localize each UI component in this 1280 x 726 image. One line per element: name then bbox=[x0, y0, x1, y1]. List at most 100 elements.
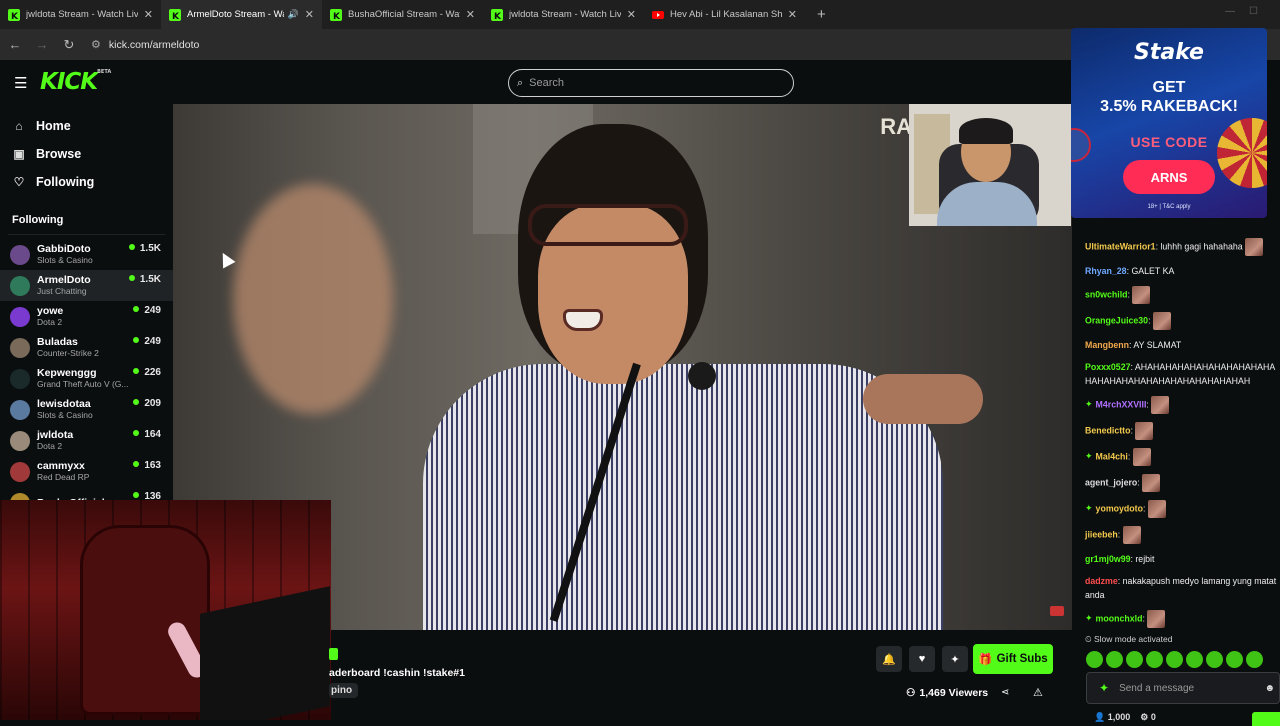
sidebar-channel-lewisdotaa[interactable]: lewisdotaa Slots & Casino 209 bbox=[0, 394, 173, 425]
sidebar: ⌂ Home ▣ Browse ♡ Following Following Ga… bbox=[0, 104, 173, 513]
chat-username[interactable]: moonchxld bbox=[1096, 613, 1143, 623]
chat-text: AY SLAMAT bbox=[1133, 340, 1182, 350]
chat-username[interactable]: Rhyan_28 bbox=[1085, 266, 1127, 276]
kick-icon: K bbox=[491, 8, 503, 22]
gift-icon: 🎁 bbox=[978, 654, 993, 666]
language-tag[interactable]: pino bbox=[329, 683, 359, 698]
chat-message: UltimateWarrior1: luhhh gagi hahahaha bbox=[1072, 234, 1280, 260]
share-icon[interactable]: ⋖ bbox=[1001, 687, 1009, 698]
chat-username[interactable]: UltimateWarrior1 bbox=[1085, 241, 1156, 251]
search-input[interactable]: ⌕ Search bbox=[508, 69, 794, 97]
site-info-icon[interactable]: ⚙ bbox=[91, 38, 101, 51]
close-icon[interactable]: ✕ bbox=[788, 8, 797, 21]
kick-icon: K bbox=[169, 8, 181, 22]
nav-label: Browse bbox=[36, 147, 82, 161]
sidebar-channel-gabbidoto[interactable]: GabbiDoto Slots & Casino 1.5K bbox=[0, 239, 173, 270]
chat-username[interactable]: dadzme bbox=[1085, 576, 1118, 586]
search-icon: ⌕ bbox=[517, 76, 524, 89]
menu-icon[interactable]: ☰ bbox=[14, 74, 27, 92]
back-icon[interactable]: ← bbox=[3, 37, 27, 52]
youtube-icon bbox=[1050, 606, 1064, 616]
chat-username[interactable]: gr1mj0w99 bbox=[1085, 554, 1130, 564]
chat-send-button[interactable] bbox=[1252, 712, 1280, 726]
viewer-count: 249 bbox=[133, 305, 161, 316]
reload-icon[interactable]: ↻ bbox=[57, 37, 81, 53]
browser-tab[interactable]: K jwldota Stream - Watch Live on Kick ✕ bbox=[483, 0, 644, 29]
ad-code-button[interactable]: ARNS bbox=[1123, 160, 1215, 194]
speaker-icon[interactable]: 🔊 bbox=[288, 9, 299, 20]
chat-username[interactable]: agent_jojero bbox=[1085, 477, 1137, 487]
browse-icon: ▣ bbox=[13, 147, 25, 161]
slow-mode-notice: ⏲ Slow mode activated bbox=[1085, 634, 1173, 644]
stake-ad[interactable]: Stake GET 3.5% RAKEBACK! USE CODE ARNS 18… bbox=[1071, 28, 1267, 218]
chat-username[interactable]: jiieebeh bbox=[1085, 529, 1118, 539]
channel-category: Just Chatting bbox=[37, 286, 87, 296]
sidebar-item-browse[interactable]: ▣ Browse bbox=[0, 140, 173, 168]
sidebar-channel-armeldoto[interactable]: ArmelDoto Just Chatting 1.5K bbox=[0, 270, 173, 301]
chat-username[interactable]: sn0wchild bbox=[1085, 289, 1128, 299]
nav-label: Following bbox=[36, 175, 95, 189]
chat-username[interactable]: Mangbenn bbox=[1085, 340, 1129, 350]
browser-tab-active[interactable]: K ArmelDoto Stream - Watch Live on Kick … bbox=[161, 0, 322, 29]
new-tab-button[interactable]: + bbox=[805, 0, 838, 29]
viewer-count: 163 bbox=[133, 460, 161, 471]
channel-category: Dota 2 bbox=[37, 317, 63, 327]
chat-message-list: UltimateWarrior1: luhhh gagi hahahaha Rh… bbox=[1072, 218, 1280, 630]
viewer-count: ⚇ 1,469 Viewers bbox=[906, 687, 989, 699]
avatar bbox=[10, 306, 30, 327]
chat-text: luhhh gagi hahahaha bbox=[1160, 241, 1243, 252]
divider bbox=[8, 234, 165, 235]
svg-text:K: K bbox=[333, 12, 341, 21]
viewer-count: 164 bbox=[133, 429, 161, 440]
heart-icon[interactable]: ♥ bbox=[909, 646, 935, 672]
chat-username[interactable]: Poxxx0527 bbox=[1085, 362, 1131, 372]
browser-tab[interactable]: Hev Abi - Lil Kasalanan Shortie ✕ bbox=[644, 0, 805, 29]
bell-icon[interactable]: 🔔 bbox=[876, 646, 902, 672]
avatar bbox=[10, 430, 30, 451]
sparkle-icon[interactable]: ✦ bbox=[942, 646, 968, 672]
tab-title: ArmelDoto Stream - Watch Live on Kick bbox=[187, 9, 284, 20]
sidebar-channel-buladas[interactable]: Buladas Counter-Strike 2 249 bbox=[0, 332, 173, 363]
emoji-icon[interactable]: ☻ bbox=[1264, 683, 1275, 694]
gaming-chair bbox=[80, 525, 210, 715]
browser-tab[interactable]: K jwldota Stream - Watch Live on Kick ✕ bbox=[0, 0, 161, 29]
chat-message: ✦ M4rchXXVIII: bbox=[1072, 392, 1280, 418]
kick-logo[interactable]: KICKBETA bbox=[40, 69, 111, 95]
viewer-count: 249 bbox=[133, 336, 161, 347]
video-figure bbox=[863, 374, 983, 424]
chat-username[interactable]: M4rchXXVIII bbox=[1096, 399, 1147, 409]
forward-icon[interactable]: → bbox=[30, 37, 54, 52]
avatar bbox=[10, 275, 30, 296]
emote-bar[interactable] bbox=[1072, 651, 1280, 668]
browser-tab[interactable]: K BushaOfficial Stream - Watch Live on K… bbox=[322, 0, 483, 29]
chat-username[interactable]: OrangeJuice30 bbox=[1085, 315, 1148, 325]
close-icon[interactable]: ✕ bbox=[305, 8, 314, 21]
chat-text: rejbit bbox=[1135, 554, 1155, 564]
report-icon[interactable]: ⚠ bbox=[1033, 686, 1043, 699]
ad-terms: 18+ | T&C apply bbox=[1147, 204, 1191, 210]
viewer-count: 226 bbox=[133, 367, 161, 378]
sidebar-channel-kepwenggg[interactable]: Kepwenggg Grand Theft Auto V (G... 226 bbox=[0, 363, 173, 394]
window-controls[interactable]: —☐ bbox=[1225, 6, 1272, 17]
close-icon[interactable]: ✕ bbox=[466, 8, 475, 21]
sidebar-channel-yowe[interactable]: yowe Dota 2 249 bbox=[0, 301, 173, 332]
emote-icon bbox=[1147, 610, 1166, 628]
video-figure bbox=[528, 204, 688, 246]
chat-input[interactable]: ✦ Send a message ☻ bbox=[1086, 672, 1280, 704]
sidebar-channel-jwldota[interactable]: jwldota Dota 2 164 bbox=[0, 425, 173, 456]
gift-subs-button[interactable]: 🎁 Gift Subs bbox=[973, 644, 1053, 674]
sub-badge-icon: ✦ bbox=[1085, 613, 1093, 624]
chat-username[interactable]: Benedictto bbox=[1085, 425, 1130, 435]
chat-username[interactable]: yomoydoto bbox=[1096, 503, 1143, 513]
close-icon[interactable]: ✕ bbox=[144, 8, 153, 21]
url-field[interactable]: ⚙ kick.com/armeldoto bbox=[91, 38, 199, 52]
sidebar-item-home[interactable]: ⌂ Home bbox=[0, 112, 173, 140]
chat-message: ✦ yomoydoto: bbox=[1072, 496, 1280, 522]
viewer-count: 1.5K bbox=[129, 274, 161, 285]
emote-icon bbox=[1086, 651, 1103, 668]
sidebar-item-following[interactable]: ♡ Following bbox=[0, 168, 173, 196]
chat-username[interactable]: Mal4chi bbox=[1096, 451, 1128, 461]
sidebar-channel-cammyxx[interactable]: cammyxx Red Dead RP 163 bbox=[0, 456, 173, 487]
close-icon[interactable]: ✕ bbox=[627, 8, 636, 21]
sparkle-icon[interactable]: ✦ bbox=[1099, 681, 1109, 695]
